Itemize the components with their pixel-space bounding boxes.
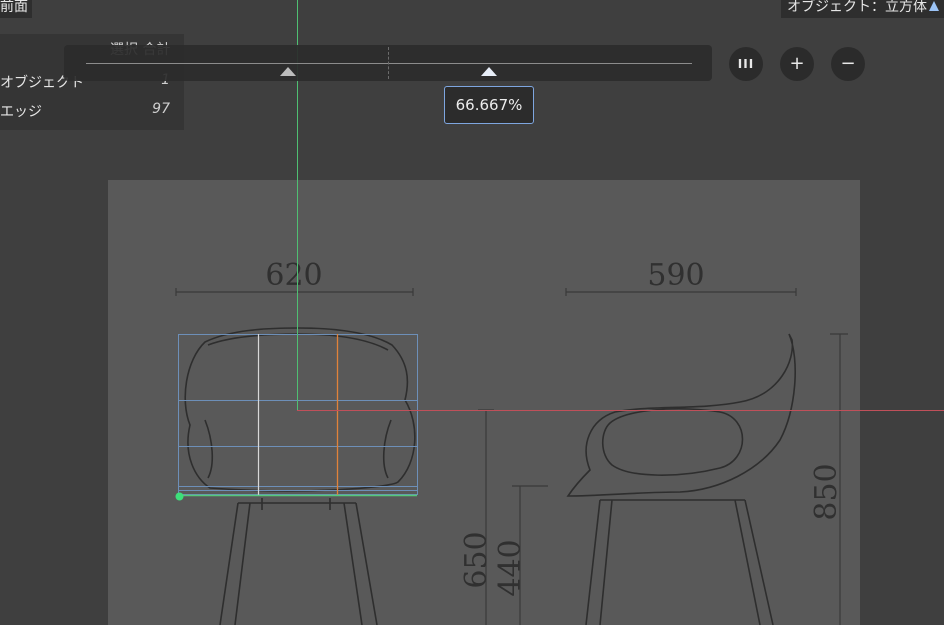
stats-value: 97 — [152, 101, 170, 117]
cube-icon — [928, 0, 940, 11]
dimension-label-850: 850 — [809, 463, 844, 520]
stats-key: エッジ — [0, 104, 42, 120]
stats-row-edges: エッジ 97 — [0, 101, 170, 121]
active-object-label: オブジェクト：立方体 — [781, 0, 944, 18]
slider-handle-left[interactable] — [280, 67, 296, 76]
dimension-label-620: 620 — [265, 258, 322, 293]
chair-front-sketch — [175, 288, 416, 625]
slider-center-marker — [388, 47, 389, 79]
chair-side-sketch — [478, 288, 848, 625]
remove-cut-button[interactable]: − — [831, 47, 865, 81]
view-name-label: 前面 — [0, 0, 32, 18]
dimension-label-590: 590 — [647, 258, 704, 293]
loop-cut-slider-panel — [64, 45, 712, 81]
add-cut-button[interactable]: + — [780, 47, 814, 81]
dimension-label-440: 440 — [493, 539, 528, 596]
percent-value-field[interactable]: 66.667% — [444, 86, 534, 124]
slider-handle-right[interactable] — [481, 67, 497, 76]
slider-track[interactable] — [86, 63, 692, 64]
split-button[interactable]: III — [729, 47, 763, 81]
dimension-label-650: 650 — [459, 531, 494, 588]
origin-vertex — [175, 492, 184, 501]
active-object-text: オブジェクト：立方体 — [787, 0, 927, 15]
